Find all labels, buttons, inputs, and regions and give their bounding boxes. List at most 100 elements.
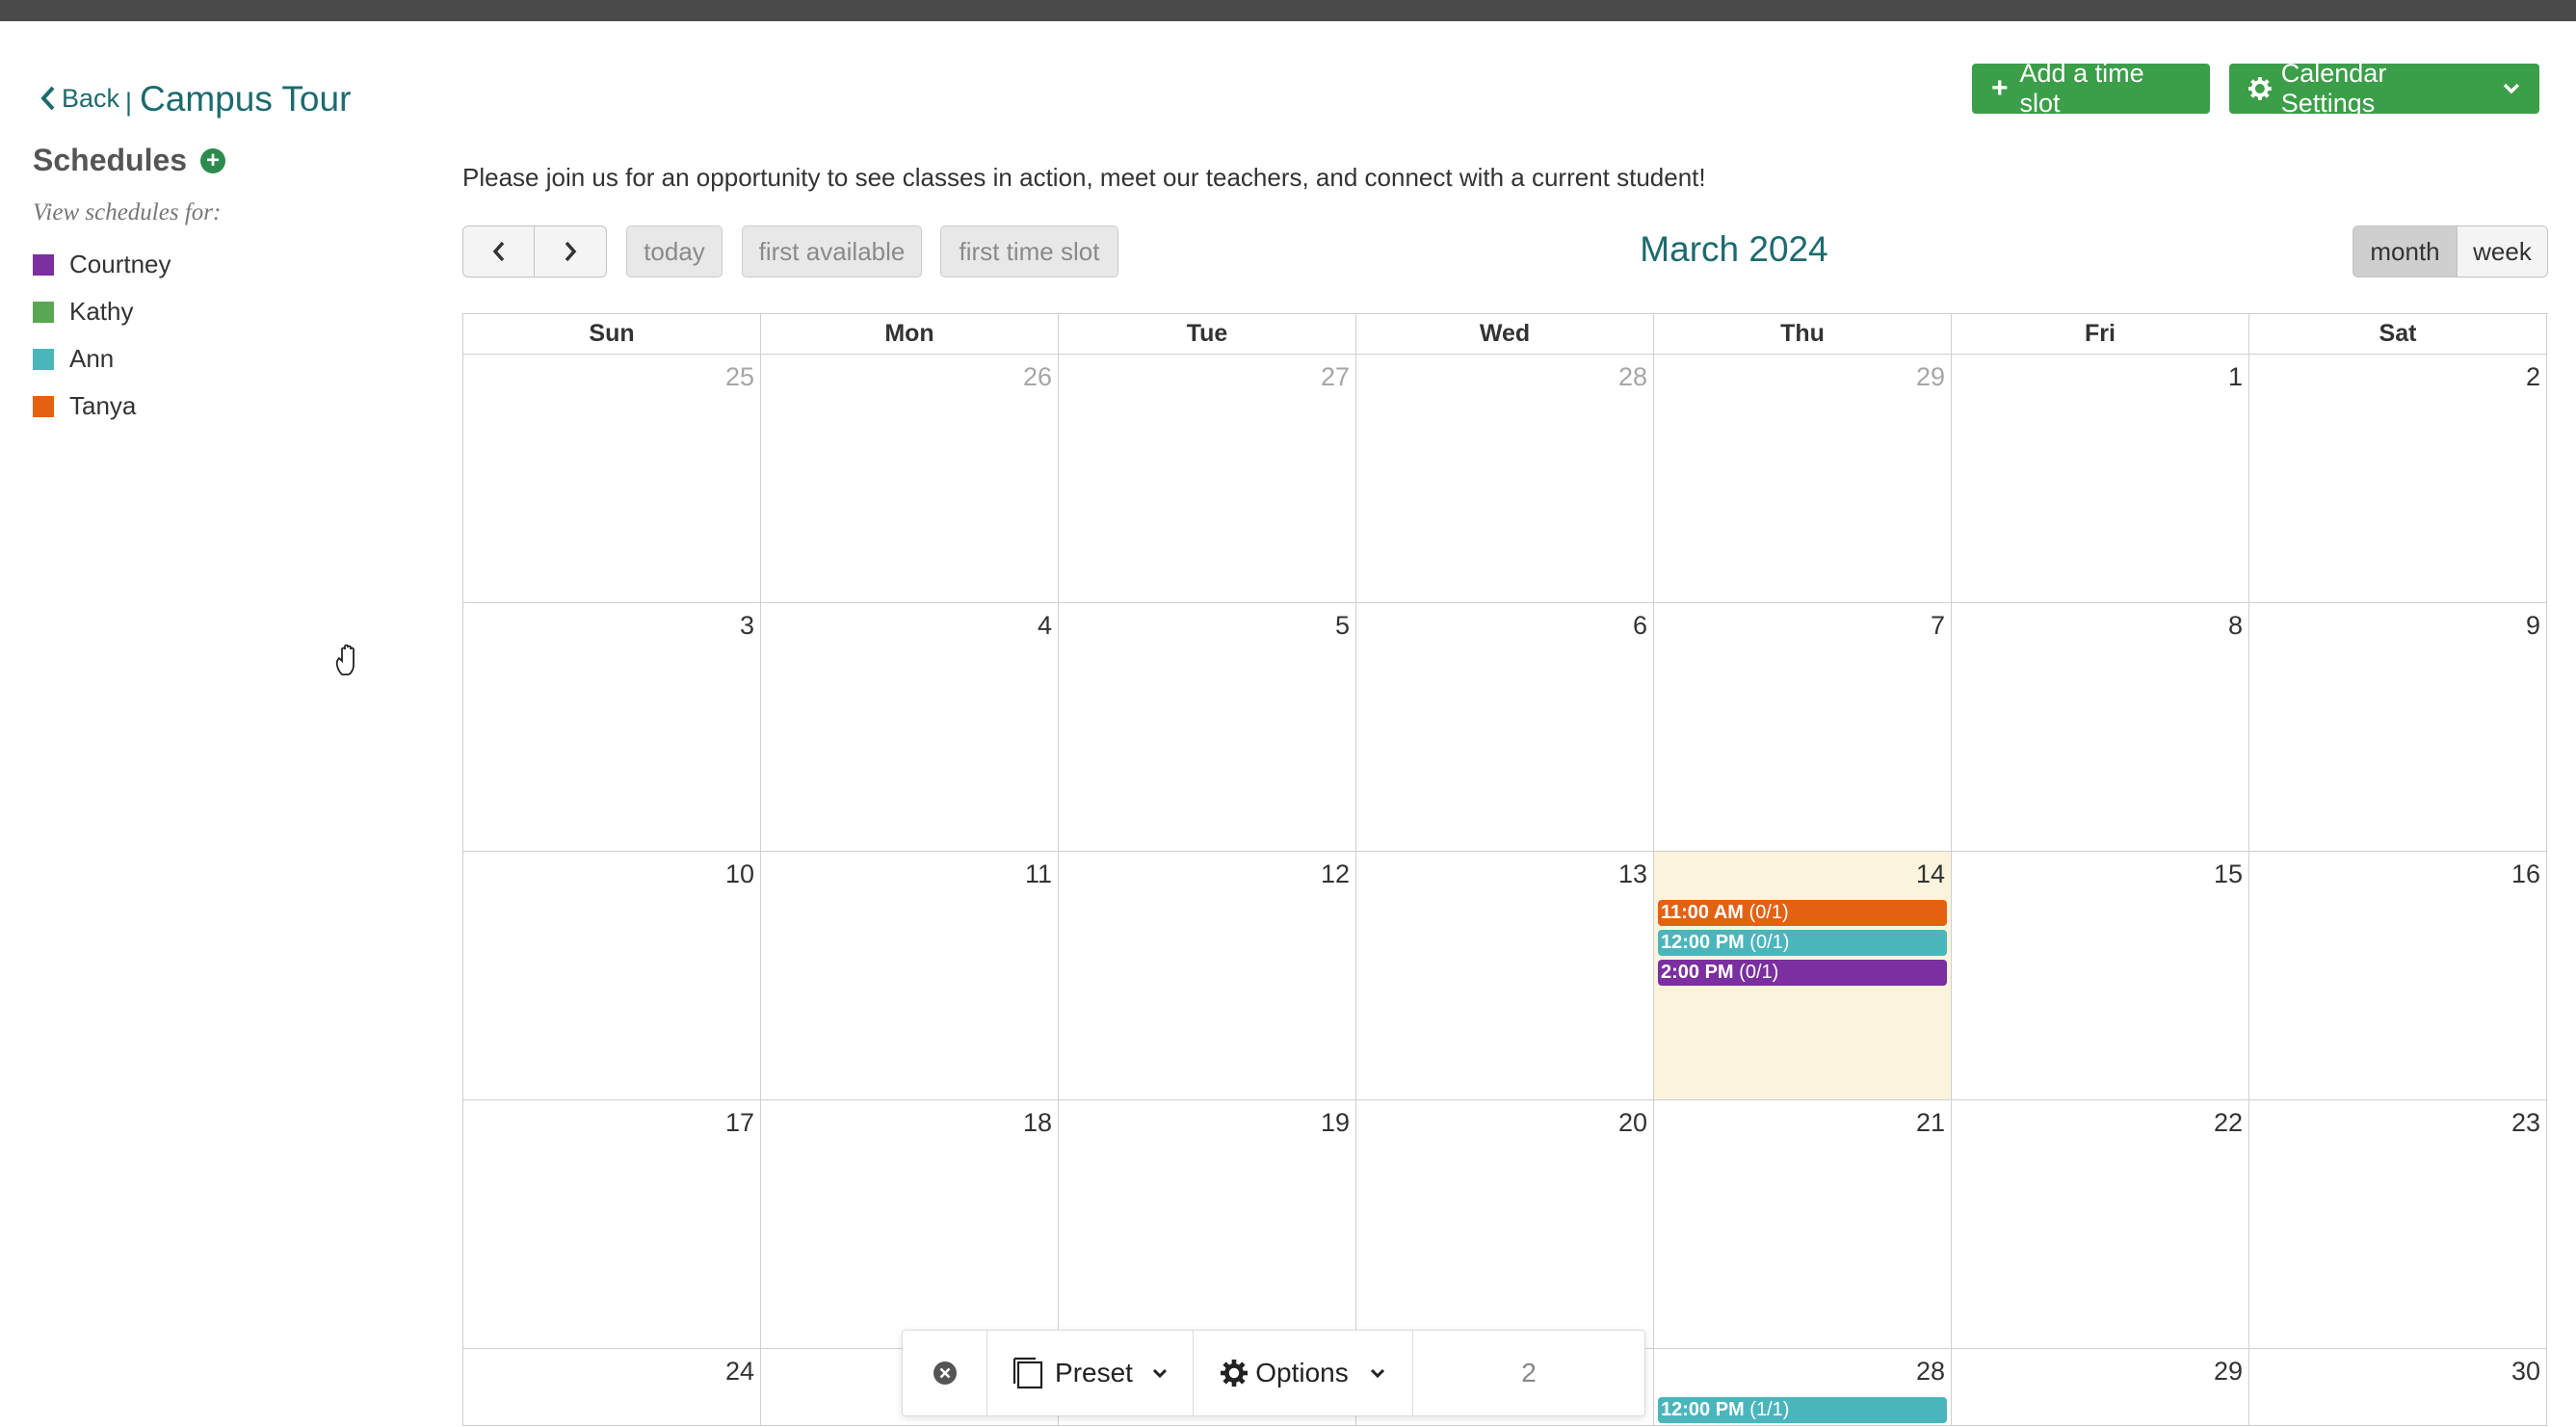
back-link[interactable]: Back bbox=[40, 84, 119, 114]
calendar-day-cell[interactable]: 21 bbox=[1654, 1100, 1952, 1349]
calendar-day-cell[interactable]: 9 bbox=[2249, 603, 2547, 852]
schedule-item-courtney[interactable]: Courtney bbox=[33, 241, 171, 288]
calendar-day-cell[interactable]: 28 12:00 PM (1/1) bbox=[1654, 1349, 1952, 1426]
calendar-day-cell[interactable]: 30 bbox=[2249, 1349, 2547, 1426]
add-time-slot-button[interactable]: + Add a time slot bbox=[1972, 59, 2210, 118]
day-number: 12 bbox=[1320, 859, 1350, 888]
calendar-day-cell[interactable]: 20 bbox=[1356, 1100, 1654, 1349]
time-slot-event[interactable]: 12:00 PM (1/1) bbox=[1658, 1397, 1947, 1423]
hand-cursor-icon bbox=[335, 644, 355, 675]
calendar-day-cell[interactable]: 25 bbox=[463, 355, 761, 603]
options-dropdown[interactable]: Options bbox=[1194, 1331, 1413, 1415]
day-number: 18 bbox=[1022, 1108, 1052, 1137]
weekday-label: Tue bbox=[1059, 314, 1356, 355]
event-time: 2:00 PM bbox=[1661, 962, 1734, 983]
prev-month-button[interactable] bbox=[462, 225, 535, 277]
time-slot-event[interactable]: 12:00 PM (0/1) bbox=[1658, 930, 1947, 956]
calendar-settings-button[interactable]: Calendar Settings bbox=[2229, 59, 2539, 118]
time-slot-event[interactable]: 11:00 AM (0/1) bbox=[1658, 900, 1947, 926]
today-button[interactable]: today bbox=[626, 225, 723, 277]
intro-text: Please join us for an opportunity to see… bbox=[462, 163, 1706, 192]
schedule-item-kathy[interactable]: Kathy bbox=[33, 288, 171, 335]
add-schedule-icon[interactable]: + bbox=[200, 147, 226, 173]
month-calendar: Sun Mon Tue Wed Thu Fri Sat 25 26 27 28 29 1 2… bbox=[462, 313, 2548, 1426]
calendar-day-cell[interactable]: 7 bbox=[1654, 603, 1952, 852]
calendar-day-cell[interactable]: 15 bbox=[1952, 852, 2249, 1100]
calendar-day-cell[interactable]: 23 bbox=[2249, 1100, 2547, 1349]
day-number: 4 bbox=[1037, 611, 1052, 640]
calendar-day-cell[interactable]: 5 bbox=[1059, 603, 1356, 852]
calendar-day-cell[interactable]: 28 bbox=[1356, 355, 1654, 603]
view-toggle: month week bbox=[2353, 225, 2548, 277]
schedule-item-ann[interactable]: Ann bbox=[33, 335, 171, 383]
floating-toolbar: Preset Options 2 bbox=[902, 1330, 1645, 1416]
first-time-slot-button[interactable]: first time slot bbox=[940, 225, 1118, 277]
month-title: March 2024 bbox=[1640, 229, 1828, 269]
next-month-button[interactable] bbox=[535, 225, 607, 277]
calendar-day-cell[interactable]: 12 bbox=[1059, 852, 1356, 1100]
first-available-button[interactable]: first available bbox=[742, 225, 922, 277]
day-number: 29 bbox=[1915, 362, 1945, 391]
chevron-left-icon bbox=[492, 241, 504, 262]
gear-icon bbox=[2248, 77, 2272, 100]
day-number: 17 bbox=[724, 1108, 754, 1137]
calendar-day-cell[interactable]: 22 bbox=[1952, 1100, 2249, 1349]
chevron-left-icon bbox=[40, 86, 55, 111]
weekday-label: Sat bbox=[2249, 314, 2547, 355]
count-display: 2 bbox=[1521, 1358, 1537, 1387]
view-schedules-label: View schedules for: bbox=[33, 199, 222, 225]
weekday-label: Fri bbox=[1952, 314, 2249, 355]
calendar-day-cell[interactable]: 13 bbox=[1356, 852, 1654, 1100]
breadcrumb-separator: | bbox=[125, 88, 133, 117]
calendar-day-cell[interactable]: 1 bbox=[1952, 355, 2249, 603]
day-number: 8 bbox=[2227, 611, 2243, 640]
weekday-label: Wed bbox=[1356, 314, 1654, 355]
calendar-day-cell[interactable]: 16 bbox=[2249, 852, 2547, 1100]
schedule-name: Courtney bbox=[69, 250, 171, 278]
calendar-day-cell[interactable]: 6 bbox=[1356, 603, 1654, 852]
calendar-day-cell[interactable]: 11 bbox=[761, 852, 1059, 1100]
calendar-day-cell[interactable]: 3 bbox=[463, 603, 761, 852]
event-list: 11:00 AM (0/1) 12:00 PM (0/1) 2:00 PM (0/1… bbox=[1658, 900, 1947, 990]
calendar-day-cell[interactable]: 2 bbox=[2249, 355, 2547, 603]
time-slot-event[interactable]: 2:00 PM (0/1) bbox=[1658, 960, 1947, 986]
calendar-day-cell[interactable]: 19 bbox=[1059, 1100, 1356, 1349]
calendar-day-cell[interactable]: 26 bbox=[761, 355, 1059, 603]
calendar-week-row: 25 26 27 28 29 1 2 bbox=[463, 355, 2548, 603]
day-number: 20 bbox=[1617, 1108, 1647, 1137]
day-number: 21 bbox=[1915, 1108, 1945, 1137]
calendar-day-cell[interactable]: 18 bbox=[761, 1100, 1059, 1349]
gear-icon bbox=[1221, 1360, 1249, 1387]
calendar-day-cell[interactable]: 24 bbox=[463, 1349, 761, 1426]
preset-dropdown[interactable]: Preset bbox=[987, 1331, 1194, 1415]
event-capacity: (0/1) bbox=[1739, 962, 1779, 983]
calendar-day-cell[interactable]: 14 11:00 AM (0/1) 12:00 PM (0/1) 2:00 PM (0… bbox=[1654, 852, 1952, 1100]
calendar-day-cell[interactable]: 10 bbox=[463, 852, 761, 1100]
schedules-header: Schedules + bbox=[33, 143, 226, 178]
week-view-button[interactable]: week bbox=[2458, 225, 2548, 277]
event-time: 12:00 PM bbox=[1661, 932, 1745, 953]
day-number: 23 bbox=[2510, 1108, 2540, 1137]
calendar-day-cell[interactable]: 17 bbox=[463, 1100, 761, 1349]
color-swatch bbox=[33, 395, 54, 417]
calendar-day-cell[interactable]: 8 bbox=[1952, 603, 2249, 852]
close-button[interactable] bbox=[903, 1331, 987, 1415]
calendar-day-cell[interactable]: 27 bbox=[1059, 355, 1356, 603]
preset-icon bbox=[1012, 1357, 1043, 1389]
day-number: 1 bbox=[2227, 362, 2243, 391]
day-number: 26 bbox=[1022, 362, 1052, 391]
calendar-day-cell[interactable]: 4 bbox=[761, 603, 1059, 852]
day-number: 11 bbox=[1024, 859, 1052, 888]
calendar-settings-label: Calendar Settings bbox=[2280, 59, 2387, 118]
schedule-item-tanya[interactable]: Tanya bbox=[33, 383, 171, 430]
calendar-day-cell[interactable]: 29 bbox=[1952, 1349, 2249, 1426]
schedule-name: Kathy bbox=[69, 297, 134, 326]
calendar-day-cell[interactable]: 29 bbox=[1654, 355, 1952, 603]
weekday-label: Thu bbox=[1654, 314, 1952, 355]
weekday-header: Sun Mon Tue Wed Thu Fri Sat bbox=[463, 314, 2548, 355]
chevron-down-icon bbox=[2503, 83, 2520, 94]
nav-button-group bbox=[462, 225, 607, 277]
calendar-body: 25 26 27 28 29 1 2 3 4 5 6 7 8 9 10 11 12 13 14 11:00 AM (0… bbox=[463, 355, 2548, 1426]
month-view-button[interactable]: month bbox=[2353, 225, 2458, 277]
event-time: 12:00 PM bbox=[1661, 1399, 1745, 1420]
